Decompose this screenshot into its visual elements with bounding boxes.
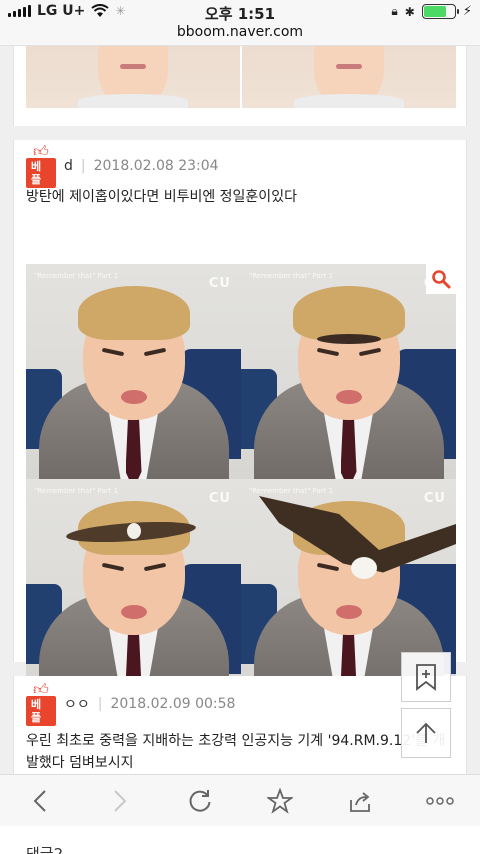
bookmark-add-icon [416, 664, 436, 691]
post-image-partial[interactable] [26, 46, 456, 108]
share-button[interactable] [340, 781, 380, 821]
comment-date: 2018.02.08 23:04 [93, 158, 219, 174]
author-name[interactable]: d [64, 158, 73, 174]
page-content: 👍︎ 베플 d | 2018.02.08 23:04 방탄에 제이홉이있다면 비… [0, 46, 480, 774]
forward-button[interactable] [100, 781, 140, 821]
best-comment-badge: 👍︎ 베플 [26, 144, 56, 188]
battery-icon [421, 4, 459, 19]
meme-panel: "Remember that" Part 1 CU [26, 264, 241, 479]
scroll-top-button[interactable] [401, 708, 451, 758]
divider: | [80, 158, 86, 174]
comment-header: 👍︎ 베플 ㅇㅇ | 2018.02.09 00:58 [26, 682, 235, 726]
refresh-icon [189, 789, 211, 812]
post-card-previous [13, 46, 467, 126]
author-name[interactable]: ㅇㅇ [64, 694, 90, 714]
status-bar: LG U+ ✳ 오후 1:51 🔒︎ ✱ ⚡︎ [0, 0, 480, 24]
arrow-up-icon [416, 722, 436, 743]
url-bar[interactable]: bboom.naver.com [0, 24, 480, 46]
zoom-button[interactable] [426, 264, 456, 294]
divider: | [97, 696, 103, 712]
meme-panel: "Remember that" Part 1 CU [26, 479, 241, 694]
comment-text: 방탄에 제이홉이있다면 비투비엔 정일훈이있다 [26, 189, 297, 205]
comment-count-section: 댓글2 [0, 826, 480, 854]
share-icon [350, 791, 370, 812]
comment-card: 👍︎ 베플 ㅇㅇ | 2018.02.09 00:58 우린 최초로 중력을 지… [13, 676, 467, 774]
comment-image[interactable]: "Remember that" Part 1 CU "Remember that… [26, 264, 456, 694]
comment-date: 2018.02.09 00:58 [110, 696, 236, 712]
rotation-lock-icon: 🔒︎ [391, 4, 398, 18]
refresh-button[interactable] [180, 781, 220, 821]
back-button[interactable] [20, 781, 60, 821]
thumbs-up-icon: 👍︎ [33, 142, 49, 160]
meme-panel: "Remember that" Part 1 CU [241, 264, 456, 479]
comment-count-label: 댓글2 [26, 845, 64, 854]
bookmark-add-button[interactable] [401, 652, 451, 702]
browser-toolbar [0, 774, 480, 826]
thumbs-up-icon: 👍︎ [33, 680, 49, 698]
comment-header: 👍︎ 베플 d | 2018.02.08 23:04 [26, 144, 219, 188]
forward-icon [114, 789, 127, 812]
favorite-star-icon [267, 787, 293, 814]
bluetooth-icon: ✱ [404, 4, 415, 19]
best-comment-badge: 👍︎ 베플 [26, 682, 56, 726]
charging-icon: ⚡︎ [462, 4, 472, 19]
favorite-button[interactable] [260, 781, 300, 821]
more-button[interactable] [420, 781, 460, 821]
comment-card: 👍︎ 베플 d | 2018.02.08 23:04 방탄에 제이홉이있다면 비… [13, 140, 467, 694]
search-icon [432, 270, 451, 289]
comment-text: 우린 최초로 중력을 지배하는 초강력 인공지능 기계 '94.RM.9.12'… [26, 733, 446, 771]
back-icon [33, 789, 46, 812]
more-icon [426, 796, 454, 805]
